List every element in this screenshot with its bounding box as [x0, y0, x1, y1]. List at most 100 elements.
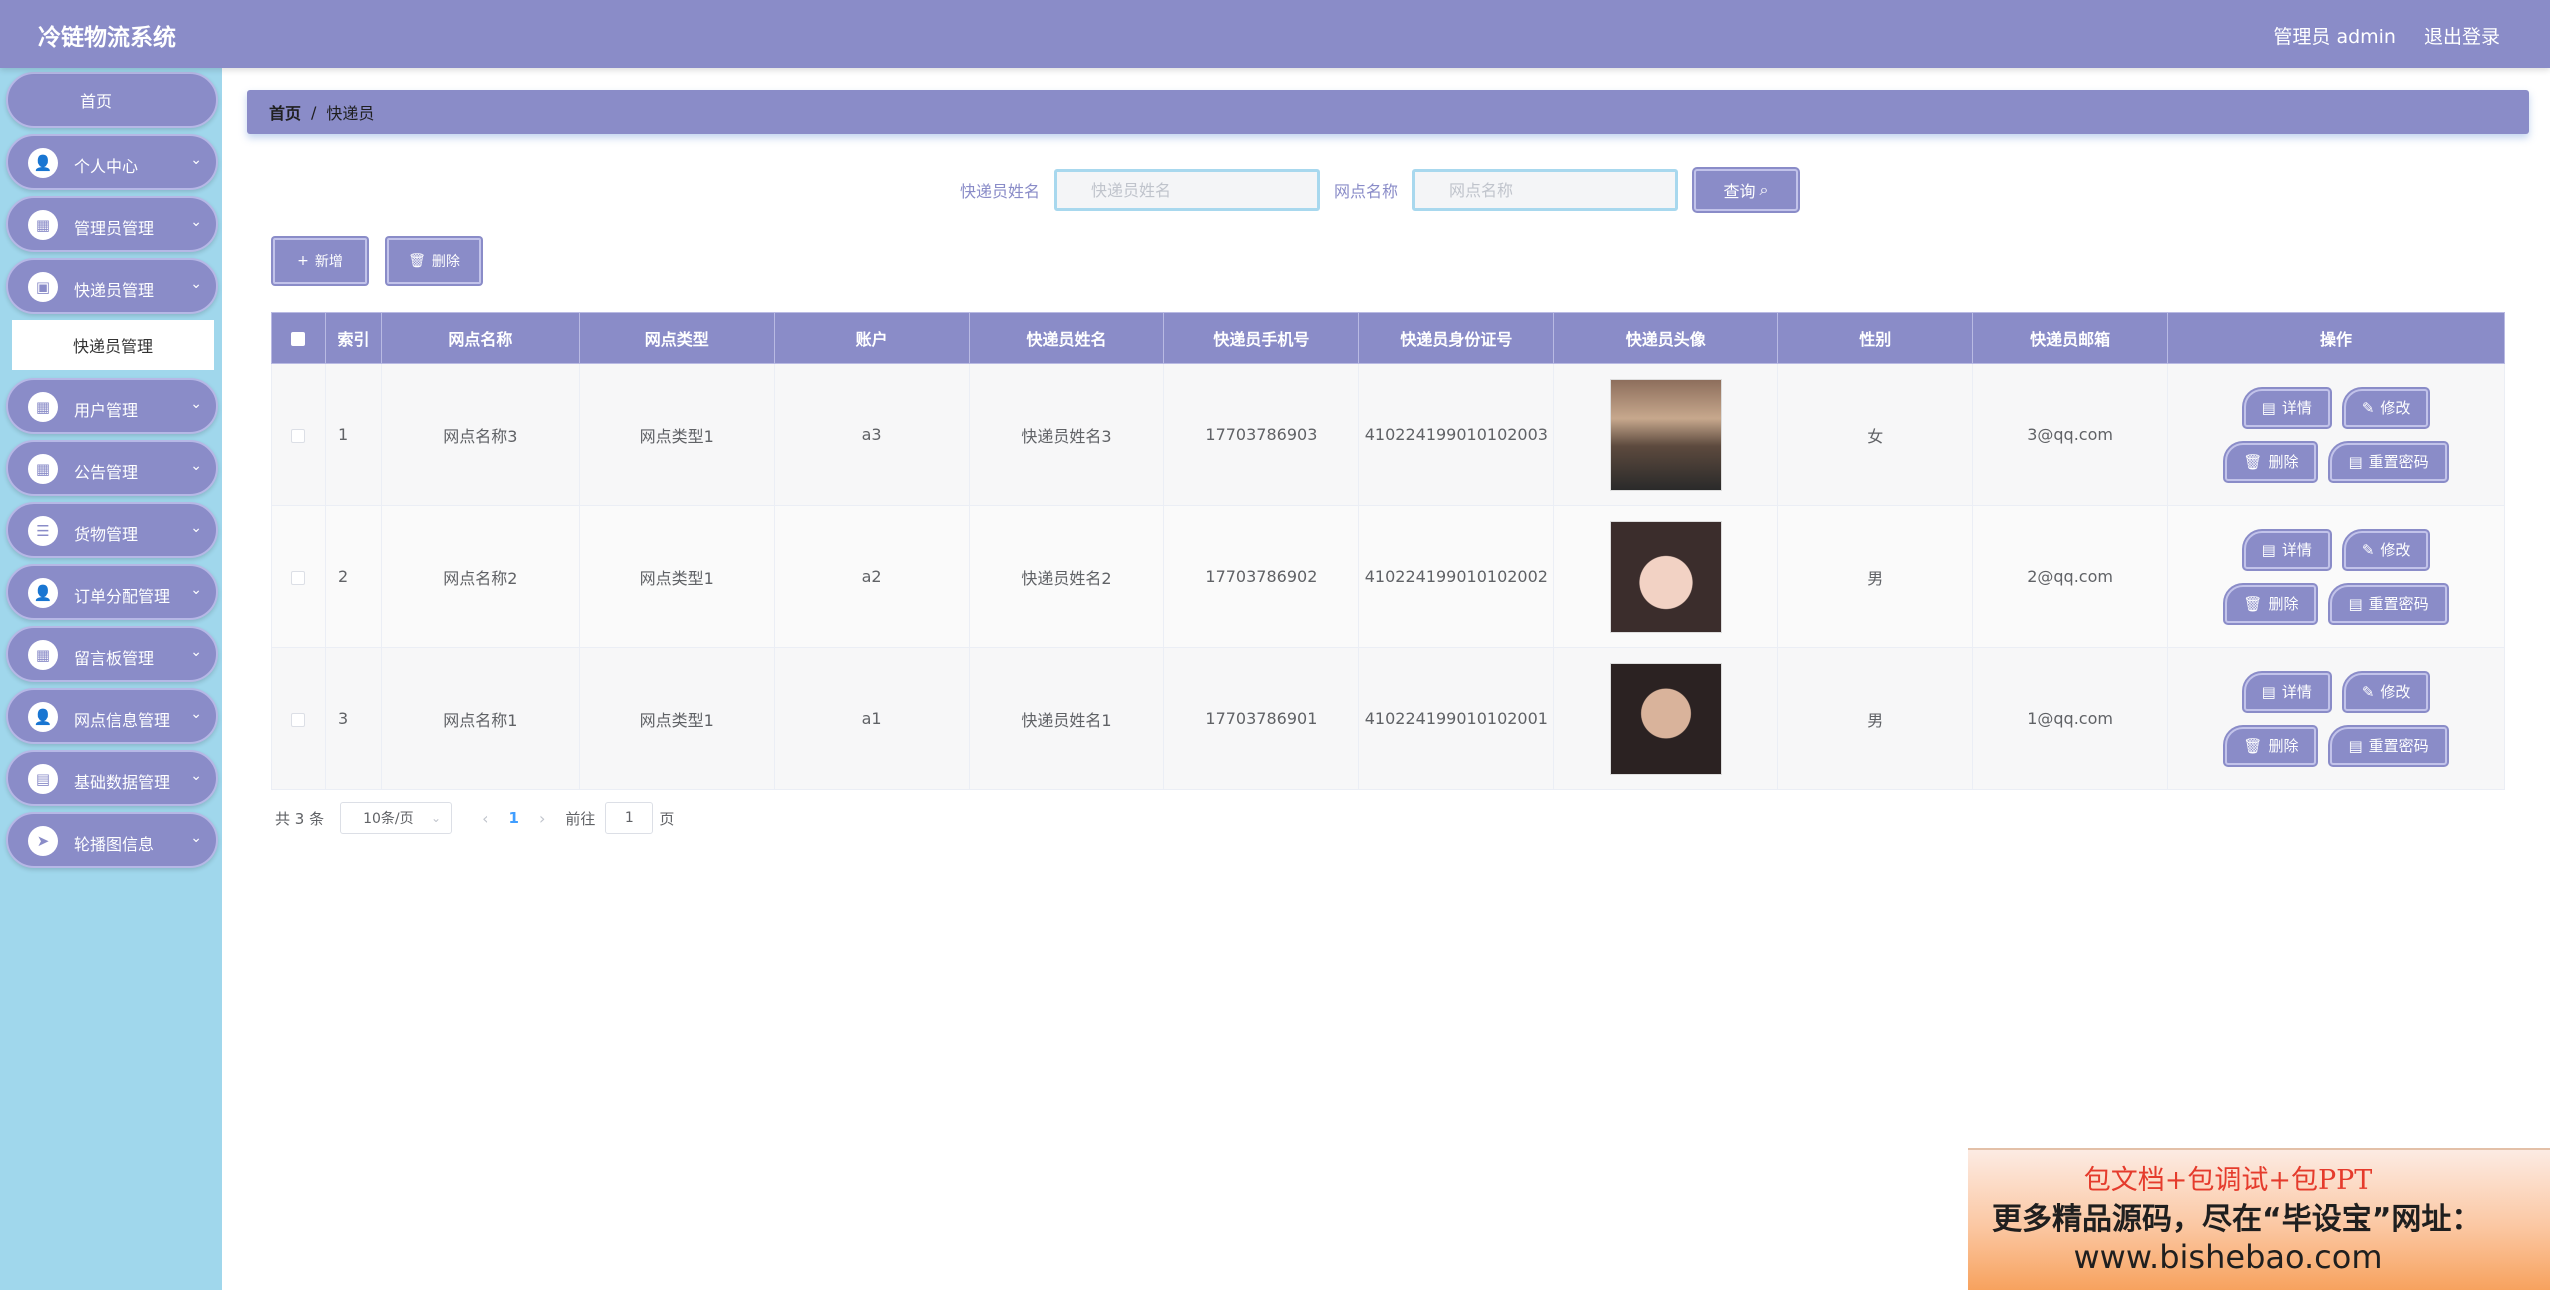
sidebar-item-personal-center[interactable]: 👤 个人中心 ⌄ — [6, 134, 218, 190]
prev-page-icon[interactable]: ‹ — [482, 809, 488, 828]
search-form: 快递员姓名 网点名称 查询 ⌕ — [960, 169, 1799, 211]
reset-password-button[interactable]: ▤ 重置密码 — [2330, 726, 2447, 765]
document-icon: ▤ — [2348, 736, 2363, 755]
detail-button[interactable]: ▤ 详情 — [2243, 530, 2330, 569]
reset-password-label: 重置密码 — [2368, 595, 2429, 613]
grid-icon: ▦ — [28, 454, 58, 484]
sidebar-item-base-data[interactable]: ▤ 基础数据管理 ⌄ — [6, 750, 218, 806]
sidebar-item-carousel[interactable]: ➤ 轮播图信息 ⌄ — [6, 812, 218, 868]
select-all-cell[interactable] — [271, 312, 326, 364]
courier-name-input[interactable] — [1054, 169, 1321, 211]
edit-button[interactable]: ✎ 修改 — [2343, 388, 2429, 427]
site-name-cell: 网点名称3 — [380, 363, 580, 506]
delete-label: 删除 — [2268, 737, 2299, 755]
row-select-cell[interactable] — [271, 505, 326, 648]
chevron-down-icon: ⌄ — [431, 811, 442, 825]
courier-name-cell: 快递员姓名1 — [968, 647, 1165, 790]
edit-button[interactable]: ✎ 修改 — [2343, 672, 2429, 711]
detail-button[interactable]: ▤ 详情 — [2243, 388, 2330, 427]
batch-delete-button[interactable]: 🗑 删除 — [387, 238, 481, 284]
reset-password-button[interactable]: ▤ 重置密码 — [2330, 442, 2447, 481]
row-index: 3 — [324, 647, 382, 790]
column-header: 快递员身份证号 — [1358, 312, 1555, 364]
sidebar-item-label: 货物管理 — [74, 525, 139, 544]
row-index: 1 — [324, 363, 382, 506]
current-user[interactable]: 管理员 admin — [2273, 22, 2396, 49]
table-row: 2 网点名称2 网点类型1 a2 快递员姓名2 17703786902 4102… — [271, 505, 2505, 648]
edit-button[interactable]: ✎ 修改 — [2343, 530, 2429, 569]
sidebar-item-message-board[interactable]: ▦ 留言板管理 ⌄ — [6, 626, 218, 682]
site-name-cell: 网点名称1 — [380, 647, 580, 790]
sidebar-item-order-assignment[interactable]: 👤 订单分配管理 ⌄ — [6, 564, 218, 620]
courier-name-cell: 快递员姓名2 — [968, 505, 1165, 648]
row-select-cell[interactable] — [271, 363, 326, 506]
sidebar-item-admin-management[interactable]: ▦ 管理员管理 ⌄ — [6, 196, 218, 252]
trash-icon: 🗑 — [408, 253, 426, 269]
row-index: 2 — [324, 505, 382, 648]
goto-page-input[interactable] — [605, 802, 654, 834]
row-checkbox[interactable] — [291, 428, 306, 443]
chevron-down-icon: ⌄ — [190, 458, 202, 474]
avatar-cell — [1553, 505, 1779, 648]
submenu-item-courier-management[interactable]: 快递员管理 — [12, 320, 214, 370]
next-page-icon[interactable]: › — [539, 809, 545, 828]
total-count: 共 3 条 — [275, 809, 325, 828]
gender-cell: 男 — [1777, 647, 1974, 790]
search-icon: ⌕ — [1759, 180, 1769, 199]
row-select-cell[interactable] — [271, 647, 326, 790]
chevron-down-icon: ⌄ — [190, 582, 202, 598]
row-checkbox[interactable] — [291, 712, 306, 727]
avatar-cell — [1553, 363, 1779, 506]
app-title: 冷链物流系统 — [38, 25, 176, 51]
site-type-cell: 网点类型1 — [578, 363, 775, 506]
column-header: 快递员邮箱 — [1972, 312, 2169, 364]
delete-label: 删除 — [2268, 595, 2299, 613]
logout-link[interactable]: 退出登录 — [2424, 22, 2500, 49]
site-name-label: 网点名称 — [1334, 182, 1399, 201]
sidebar-item-notice-management[interactable]: ▦ 公告管理 ⌄ — [6, 440, 218, 496]
delete-button[interactable]: 🗑 删除 — [2225, 442, 2317, 481]
reset-password-button[interactable]: ▤ 重置密码 — [2330, 584, 2447, 623]
detail-button[interactable]: ▤ 详情 — [2243, 672, 2330, 711]
sidebar-item-home[interactable]: 首页 — [6, 72, 218, 128]
edit-icon: ✎ — [2361, 540, 2375, 559]
edit-icon: ✎ — [2361, 398, 2375, 417]
chevron-down-icon: ⌄ — [190, 830, 202, 846]
row-checkbox[interactable] — [291, 570, 306, 585]
user-icon: 👤 — [28, 578, 58, 608]
page-size-select[interactable]: 10条/页 ⌄ — [340, 802, 453, 834]
add-button[interactable]: + 新增 — [273, 238, 367, 284]
user-icon: 👤 — [28, 702, 58, 732]
chevron-down-icon: ⌄ — [190, 152, 202, 168]
sidebar-item-courier-management[interactable]: ▣ 快递员管理 ⌄ — [6, 258, 218, 314]
id-card-cell: 410224199010102001 — [1358, 647, 1555, 790]
site-name-cell: 网点名称2 — [380, 505, 580, 648]
promo-line-1: 包文档+包调试+包PPT — [2083, 1165, 2373, 1196]
phone-cell: 17703786902 — [1163, 505, 1360, 648]
breadcrumb-home[interactable]: 首页 — [269, 100, 301, 124]
delete-button[interactable]: 🗑 删除 — [2225, 584, 2317, 623]
select-all-checkbox[interactable] — [291, 332, 306, 346]
sidebar-item-label: 快递员管理 — [74, 281, 155, 300]
avatar-cell — [1553, 647, 1779, 790]
trash-icon: 🗑 — [2243, 594, 2263, 613]
grid-icon: ▦ — [28, 392, 58, 422]
promo-line-3: www.bishebao.com — [2073, 1238, 2383, 1276]
column-header: 网点名称 — [380, 312, 580, 364]
page-number-current[interactable]: 1 — [509, 809, 519, 827]
site-name-input[interactable] — [1412, 169, 1679, 211]
sidebar-item-goods-management[interactable]: ☰ 货物管理 ⌄ — [6, 502, 218, 558]
sidebar-item-label: 订单分配管理 — [74, 587, 171, 606]
sidebar-item-user-management[interactable]: ▦ 用户管理 ⌄ — [6, 378, 218, 434]
delete-button[interactable]: 🗑 删除 — [2225, 726, 2317, 765]
gender-cell: 男 — [1777, 505, 1974, 648]
sidebar-menu: 首页 👤 个人中心 ⌄ ▦ 管理员管理 ⌄ ▣ 快递员管理 ⌄ 快递员管理 ▦ … — [6, 72, 218, 874]
breadcrumb-separator: / — [311, 102, 317, 122]
sidebar-item-site-info[interactable]: 👤 网点信息管理 ⌄ — [6, 688, 218, 744]
avatar — [1609, 520, 1722, 633]
operations-cell: ▤ 详情 ✎ 修改 🗑 删除 ▤ 重置密码 — [2167, 363, 2505, 506]
reset-password-label: 重置密码 — [2368, 737, 2429, 755]
detail-label: 详情 — [2281, 399, 2312, 417]
search-button[interactable]: 查询 ⌕ — [1694, 169, 1799, 211]
page-suffix-label: 页 — [659, 809, 675, 828]
